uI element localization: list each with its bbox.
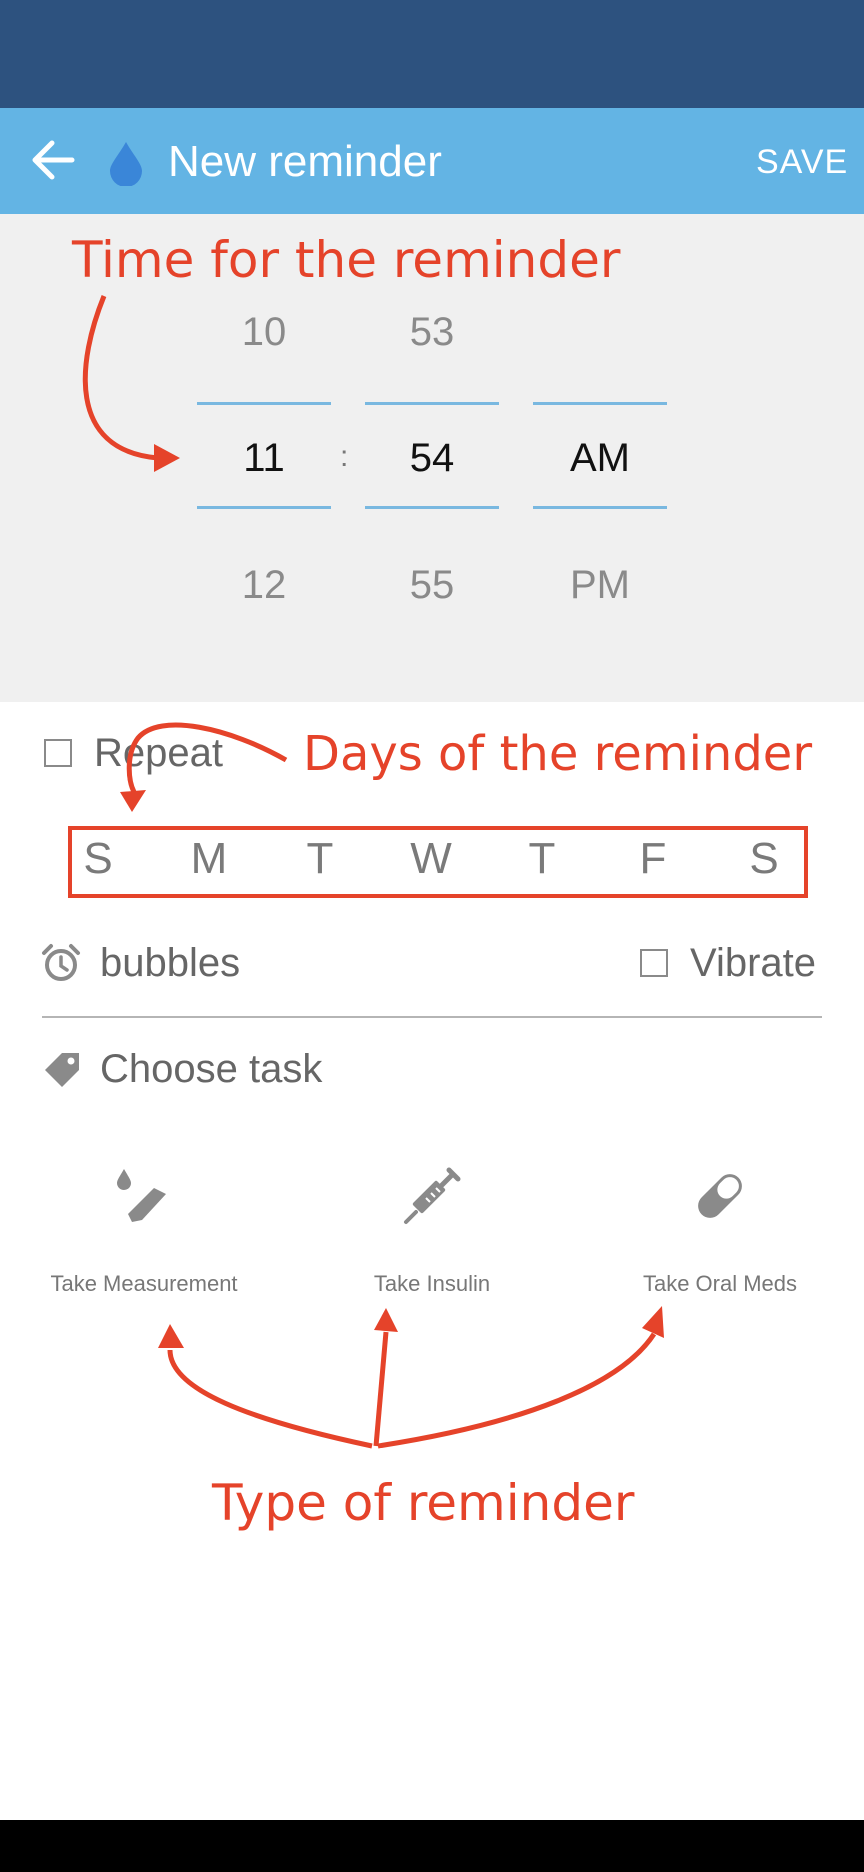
annotation-type: Type of reminder [212,1474,635,1532]
navigation-bar [0,1820,864,1872]
annotation-days: Days of the reminder [303,726,813,782]
annotation-time: Time for the reminder [72,231,621,289]
